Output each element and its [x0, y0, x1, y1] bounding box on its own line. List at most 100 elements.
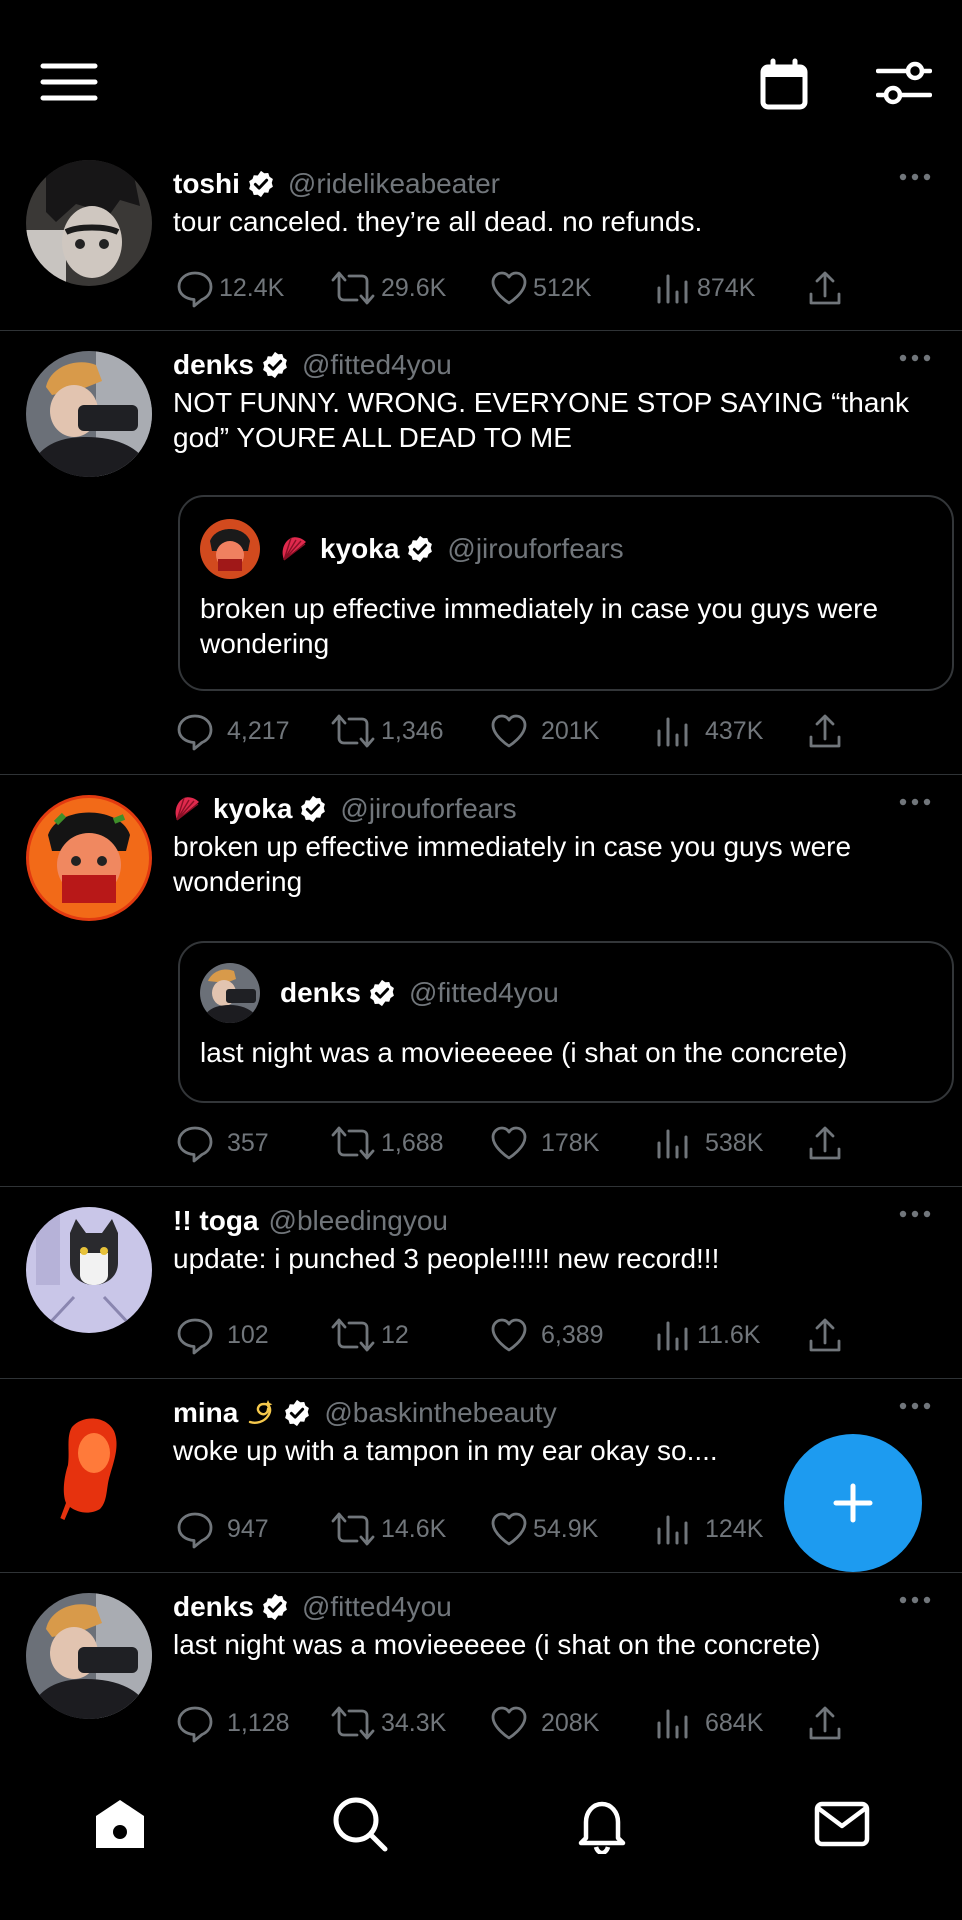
display-name[interactable]: mina [173, 1397, 238, 1429]
reply-count: 357 [227, 1128, 269, 1157]
share-icon [805, 1123, 845, 1163]
reply-button[interactable]: 357 [175, 1123, 269, 1163]
sliders-icon[interactable] [876, 58, 932, 108]
reply-button[interactable]: 1,128 [175, 1703, 290, 1743]
share-button[interactable] [805, 1123, 849, 1163]
views-button[interactable]: 11.6K [653, 1315, 760, 1355]
tweet-text: last night was a movieeeeee (i shat on t… [173, 1629, 821, 1660]
more-options-icon[interactable] [898, 795, 932, 809]
search-icon[interactable] [330, 1794, 390, 1854]
verified-icon [405, 534, 435, 564]
menu-icon[interactable] [40, 62, 98, 102]
fan-emoji-icon [173, 794, 203, 824]
display-name[interactable]: toshi [173, 168, 240, 200]
views-icon [653, 1509, 693, 1549]
retweet-icon [329, 1123, 377, 1163]
quoted-display-name[interactable]: kyoka [320, 533, 399, 565]
display-name[interactable]: !! toga [173, 1205, 259, 1237]
tweet[interactable]: kyoka @jirouforfears broken up effective… [0, 775, 962, 1187]
retweet-button[interactable]: 1,346 [329, 711, 444, 751]
quoted-username[interactable]: @jirouforfears [447, 533, 623, 565]
tweet-header: mina @baskinthebeauty [173, 1393, 932, 1433]
view-count: 11.6K [697, 1320, 761, 1349]
display-name[interactable]: denks [173, 349, 254, 381]
quoted-tweet[interactable]: denks @fitted4you last night was a movie… [178, 941, 954, 1103]
reply-button[interactable]: 947 [175, 1509, 269, 1549]
tweet-actions: 4,217 1,346 201K 437K [173, 711, 853, 751]
home-icon[interactable] [90, 1794, 150, 1854]
retweet-button[interactable]: 29.6K [329, 268, 446, 308]
quoted-avatar[interactable] [200, 963, 260, 1023]
views-button[interactable]: 124K [653, 1509, 763, 1549]
like-count: 6,389 [541, 1320, 604, 1349]
retweet-button[interactable]: 14.6K [329, 1509, 446, 1549]
reply-icon [175, 1509, 215, 1549]
reply-icon [175, 1703, 215, 1743]
share-button[interactable] [805, 1703, 849, 1743]
avatar[interactable] [26, 1593, 152, 1719]
avatar[interactable] [26, 1399, 152, 1525]
more-options-icon[interactable] [898, 1207, 932, 1221]
retweet-button[interactable]: 12 [329, 1315, 409, 1355]
compose-button[interactable] [784, 1434, 922, 1572]
like-button[interactable]: 208K [489, 1703, 599, 1743]
views-button[interactable]: 538K [653, 1123, 763, 1163]
view-count: 124K [705, 1514, 764, 1543]
quoted-avatar[interactable] [200, 519, 260, 579]
retweet-count: 34.3K [381, 1708, 447, 1737]
username[interactable]: @fitted4you [302, 1591, 452, 1623]
quoted-username[interactable]: @fitted4you [409, 977, 559, 1009]
view-count: 684K [705, 1708, 764, 1737]
mail-icon[interactable] [812, 1794, 872, 1854]
heart-icon [489, 1315, 529, 1355]
avatar[interactable] [26, 160, 152, 286]
retweet-button[interactable]: 1,688 [329, 1123, 444, 1163]
more-options-icon[interactable] [898, 351, 932, 365]
tweet[interactable]: toshi @ridelikeabeater tour canceled. th… [0, 150, 962, 331]
reply-button[interactable]: 4,217 [175, 711, 290, 751]
share-button[interactable] [805, 711, 849, 751]
like-button[interactable]: 201K [489, 711, 599, 751]
like-button[interactable]: 54.9K [489, 1509, 598, 1549]
avatar[interactable] [26, 1207, 152, 1333]
username[interactable]: @baskinthebeauty [324, 1397, 556, 1429]
username[interactable]: @jirouforfears [340, 793, 516, 825]
more-options-icon[interactable] [898, 170, 932, 184]
reply-button[interactable]: 12.4K [175, 268, 284, 308]
views-icon [653, 711, 693, 751]
bell-icon[interactable] [572, 1794, 632, 1854]
username[interactable]: @bleedingyou [269, 1205, 448, 1237]
more-options-icon[interactable] [898, 1593, 932, 1607]
tweet[interactable]: !! toga @bleedingyou update: i punched 3… [0, 1187, 962, 1379]
display-name[interactable]: denks [173, 1591, 254, 1623]
reply-button[interactable]: 102 [175, 1315, 269, 1355]
quoted-display-name[interactable]: denks [280, 977, 361, 1009]
views-button[interactable]: 684K [653, 1703, 763, 1743]
avatar[interactable] [26, 351, 152, 477]
more-options-icon[interactable] [898, 1399, 932, 1413]
views-icon [653, 1123, 693, 1163]
display-name[interactable]: kyoka [213, 793, 292, 825]
retweet-icon [329, 711, 377, 751]
views-button[interactable]: 874K [653, 268, 755, 308]
tweet-header: !! toga @bleedingyou [173, 1201, 932, 1241]
tweet[interactable]: denks @fitted4you last night was a movie… [0, 1573, 962, 1768]
username[interactable]: @ridelikeabeater [288, 168, 500, 200]
heart-icon [489, 1509, 529, 1549]
like-button[interactable]: 512K [489, 268, 591, 308]
share-button[interactable] [805, 1315, 849, 1355]
like-button[interactable]: 178K [489, 1123, 599, 1163]
username[interactable]: @fitted4you [302, 349, 452, 381]
calendar-icon[interactable] [760, 58, 808, 110]
reply-icon [175, 1315, 215, 1355]
share-button[interactable] [805, 268, 849, 308]
views-icon [653, 1315, 693, 1355]
retweet-button[interactable]: 34.3K [329, 1703, 446, 1743]
like-button[interactable]: 6,389 [489, 1315, 604, 1355]
avatar[interactable] [26, 795, 152, 921]
verified-icon [282, 1398, 312, 1428]
views-button[interactable]: 437K [653, 711, 763, 751]
quoted-tweet[interactable]: kyoka @jirouforfears broken up effective… [178, 495, 954, 691]
tweet[interactable]: denks @fitted4you NOT FUNNY. WRONG. EVER… [0, 331, 962, 775]
tweet-text: NOT FUNNY. WRONG. EVERYONE STOP SAYING “… [173, 387, 909, 453]
